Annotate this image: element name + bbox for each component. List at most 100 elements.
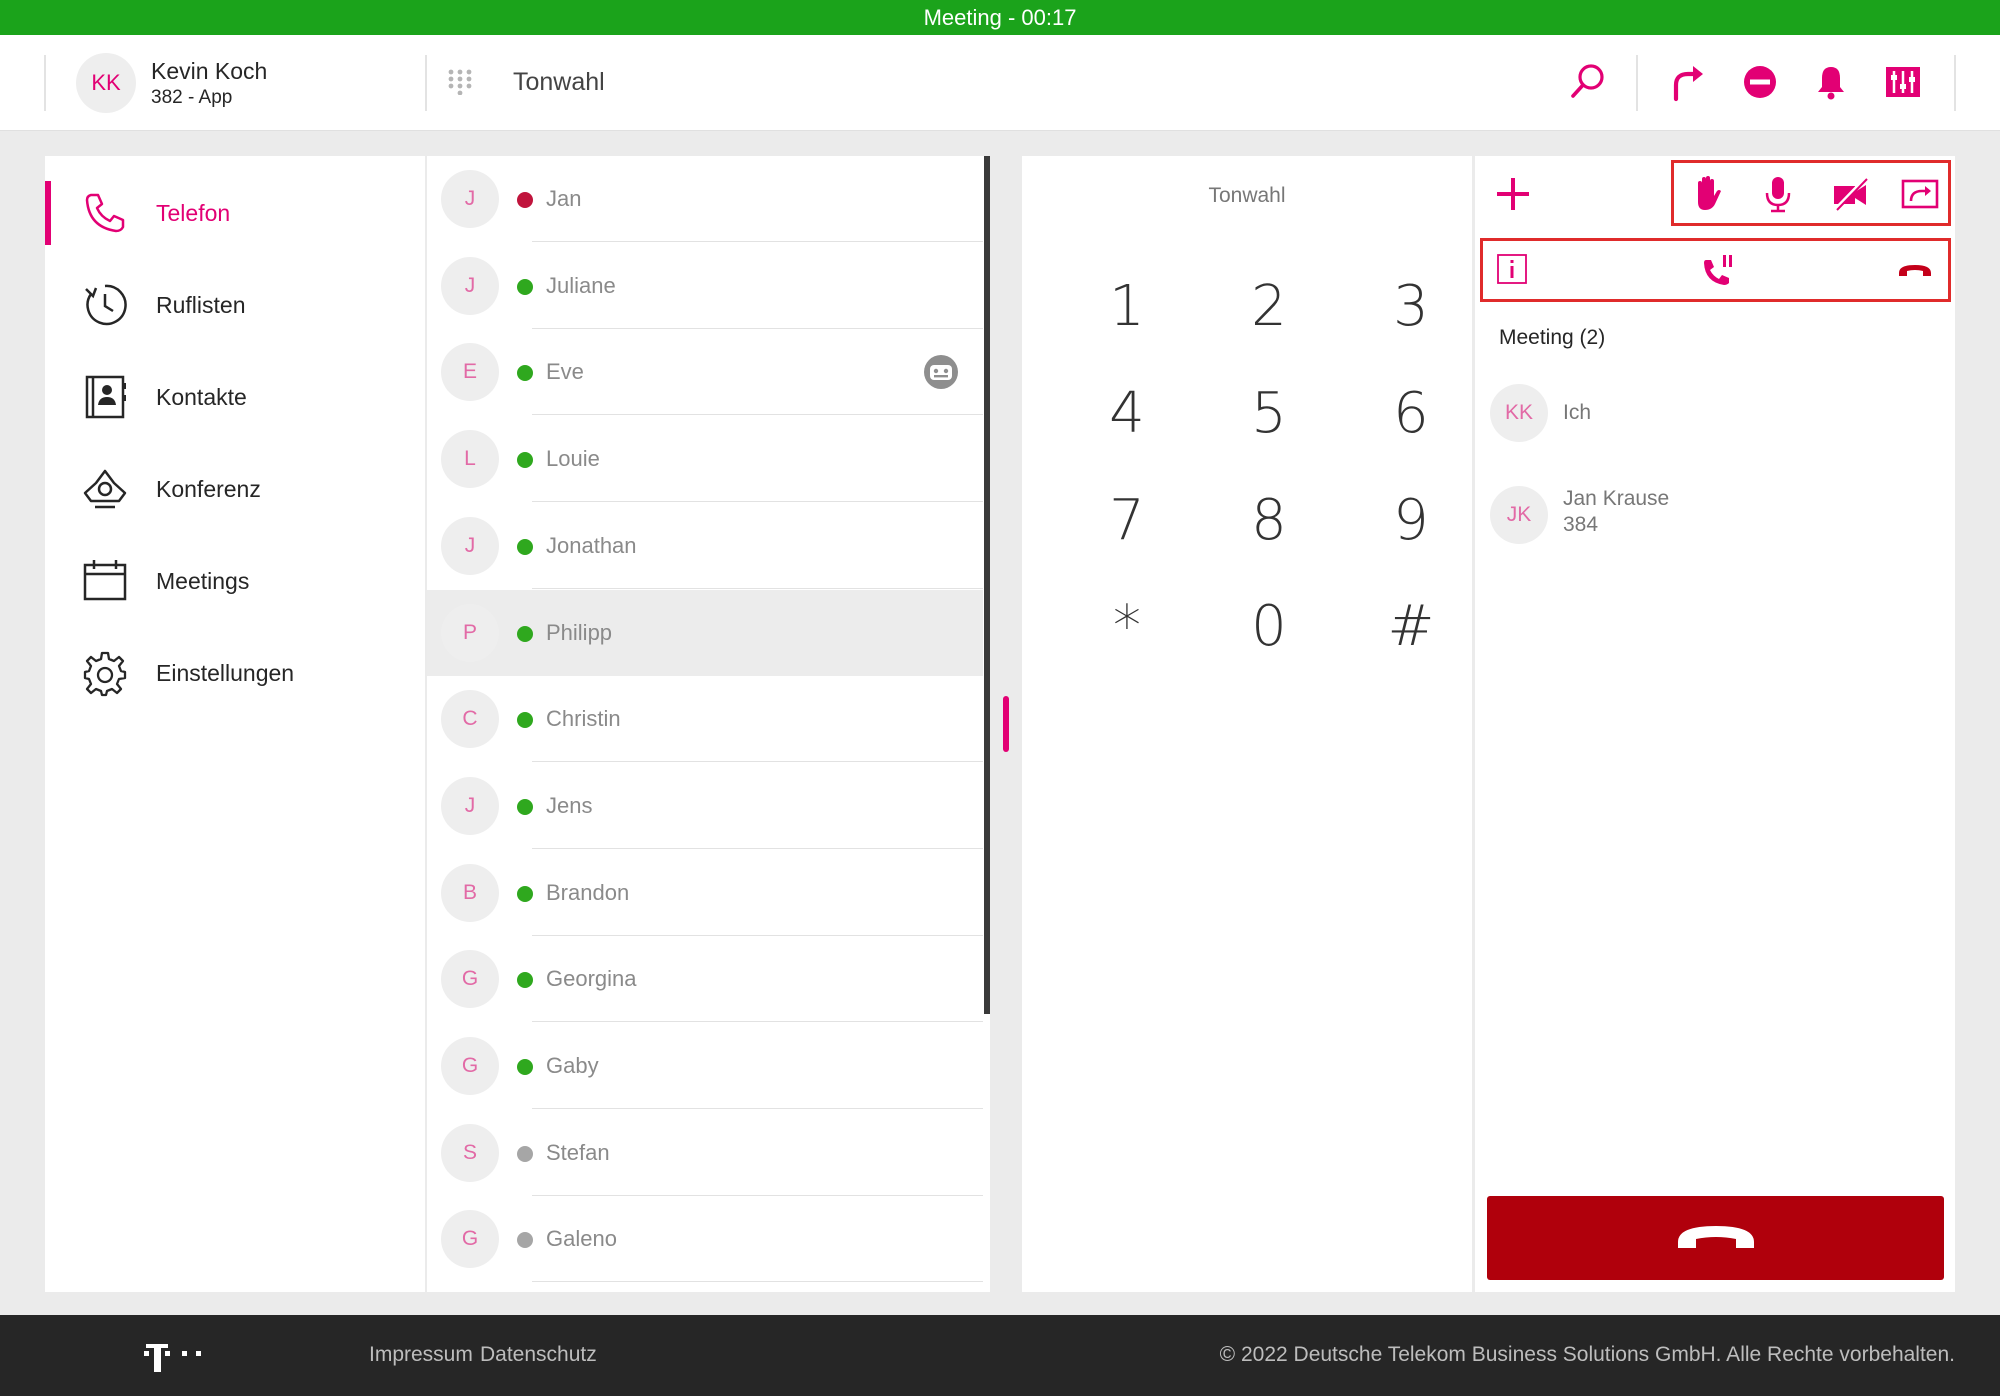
bot-icon[interactable] [922, 353, 960, 391]
contact-avatar: B [441, 864, 499, 922]
keypad-key[interactable]: * [1077, 586, 1177, 666]
keypad-key[interactable]: 0 [1219, 586, 1319, 666]
contact-list-scrollbar[interactable] [984, 156, 990, 1014]
sidebar-item-label: Meetings [156, 567, 250, 594]
participant-avatar: KK [1490, 384, 1548, 442]
contact-name: Gaby [546, 1053, 599, 1078]
divider [425, 55, 427, 111]
contact-list: J Jan J Juliane E Eve L Louie J Jonathan P Philipp C… [427, 156, 990, 1292]
contact-row[interactable]: J Jonathan [427, 503, 983, 589]
keypad-key[interactable]: 7 [1077, 480, 1177, 560]
presence-status-dot [517, 279, 533, 295]
contact-row[interactable]: J Juliane [427, 243, 983, 329]
impressum-link[interactable]: Impressum [369, 1343, 473, 1367]
user-avatar[interactable]: KK [76, 53, 136, 113]
dialpad-icon[interactable] [447, 69, 473, 95]
datenschutz-link[interactable]: Datenschutz [480, 1343, 597, 1367]
keypad-key[interactable]: 3 [1361, 266, 1461, 346]
contact-name: Jonathan [546, 533, 637, 558]
dial-keypad: Tonwahl 1 2 3 4 5 6 7 8 9 * 0 # [1022, 156, 1472, 1292]
participant-item[interactable]: JK Jan Krause 384 [1490, 486, 1940, 556]
share-screen-icon[interactable] [1900, 174, 1940, 214]
contact-row[interactable]: G Georgina [427, 936, 983, 1022]
settings-sliders-icon[interactable] [1882, 61, 1924, 103]
participant-avatar: JK [1490, 486, 1548, 544]
end-call-button[interactable] [1487, 1196, 1944, 1280]
contact-row[interactable]: B Brandon [427, 850, 983, 936]
contact-row[interactable]: S Stefan [427, 1110, 983, 1196]
contact-row[interactable]: L Louie [427, 416, 983, 502]
meeting-status-text: Meeting - 00:17 [923, 5, 1077, 30]
user-extension: 382 - App [151, 87, 233, 108]
gear-icon [81, 649, 129, 697]
app-header: KK Kevin Koch 382 - App Tonwahl [0, 35, 2000, 131]
contact-name: Eve [546, 359, 584, 384]
participant-name: Jan Krause [1563, 487, 1670, 510]
keypad-key[interactable]: 1 [1077, 266, 1177, 346]
dialpad-label[interactable]: Tonwahl [513, 68, 605, 97]
participant-item[interactable]: KK Ich [1490, 384, 1940, 454]
forward-icon[interactable] [1667, 61, 1709, 103]
sidebar-item-meetings[interactable]: Meetings [45, 541, 425, 621]
contact-row[interactable]: G Gaby [427, 1023, 983, 1109]
keypad-key[interactable]: 9 [1361, 480, 1461, 560]
info-icon[interactable] [1495, 252, 1529, 286]
contact-avatar: P [441, 604, 499, 662]
user-initials: KK [91, 70, 121, 95]
raise-hand-icon[interactable] [1688, 174, 1728, 214]
presence-status-dot [517, 539, 533, 555]
row-divider [532, 1021, 983, 1022]
divider [1636, 55, 1638, 111]
contact-row[interactable]: J Jan [427, 156, 983, 242]
contacts-book-icon [81, 373, 129, 421]
do-not-disturb-icon[interactable] [1739, 61, 1781, 103]
conference-phone-icon [81, 465, 129, 513]
contact-name: Louie [546, 446, 600, 471]
participant-initials: JK [1506, 503, 1532, 526]
call-panel: Meeting (2) KK Ich JK Jan Krause 384 [1475, 156, 1955, 1292]
presence-status-dot [517, 626, 533, 642]
keypad-key[interactable]: 4 [1077, 373, 1177, 453]
presence-status-dot [517, 886, 533, 902]
contact-avatar: G [441, 1037, 499, 1095]
row-divider [532, 761, 983, 762]
search-icon[interactable] [1566, 61, 1608, 103]
copyright-text: © 2022 Deutsche Telekom Business Solutio… [1219, 1343, 1955, 1366]
contact-row[interactable]: E Eve [427, 329, 983, 415]
keypad-key[interactable]: 5 [1219, 373, 1319, 453]
row-divider [532, 241, 983, 242]
row-divider [532, 1108, 983, 1109]
panel-splitter-handle[interactable] [1003, 696, 1009, 752]
telekom-logo[interactable] [140, 1337, 220, 1377]
hangup-icon[interactable] [1896, 254, 1934, 286]
sidebar-item-einstellungen[interactable]: Einstellungen [45, 633, 425, 713]
row-divider [532, 1281, 983, 1282]
bell-icon[interactable] [1810, 61, 1852, 103]
contact-name: Philipp [546, 620, 613, 645]
contact-row[interactable]: C Christin [427, 676, 983, 762]
add-participant-button[interactable] [1493, 174, 1533, 214]
hangup-icon [1677, 1226, 1754, 1248]
video-off-icon[interactable] [1830, 174, 1870, 214]
contact-row[interactable]: P Philipp [427, 590, 983, 676]
presence-status-dot [517, 1059, 533, 1075]
contact-name: Christin [546, 706, 621, 731]
sidebar-item-label: Kontakte [156, 383, 247, 410]
call-in-progress-icon[interactable] [1700, 252, 1736, 288]
keypad-key[interactable]: 2 [1219, 266, 1319, 346]
microphone-icon[interactable] [1758, 174, 1798, 214]
sidebar-item-kontakte[interactable]: Kontakte [45, 357, 425, 437]
keypad-key[interactable]: # [1361, 586, 1461, 666]
presence-status-dot [517, 972, 533, 988]
contact-name: Jens [546, 793, 593, 818]
contact-row[interactable]: J Jens [427, 763, 983, 849]
contact-avatar: E [441, 343, 499, 401]
sidebar-item-telefon[interactable]: Telefon [45, 173, 425, 253]
row-divider [532, 588, 983, 589]
keypad-key[interactable]: 8 [1219, 480, 1319, 560]
contact-row[interactable]: G Galeno [427, 1196, 983, 1282]
divider [44, 55, 46, 111]
sidebar-item-konferenz[interactable]: Konferenz [45, 449, 425, 529]
keypad-key[interactable]: 6 [1361, 373, 1461, 453]
sidebar-item-ruflisten[interactable]: Ruflisten [45, 265, 425, 345]
